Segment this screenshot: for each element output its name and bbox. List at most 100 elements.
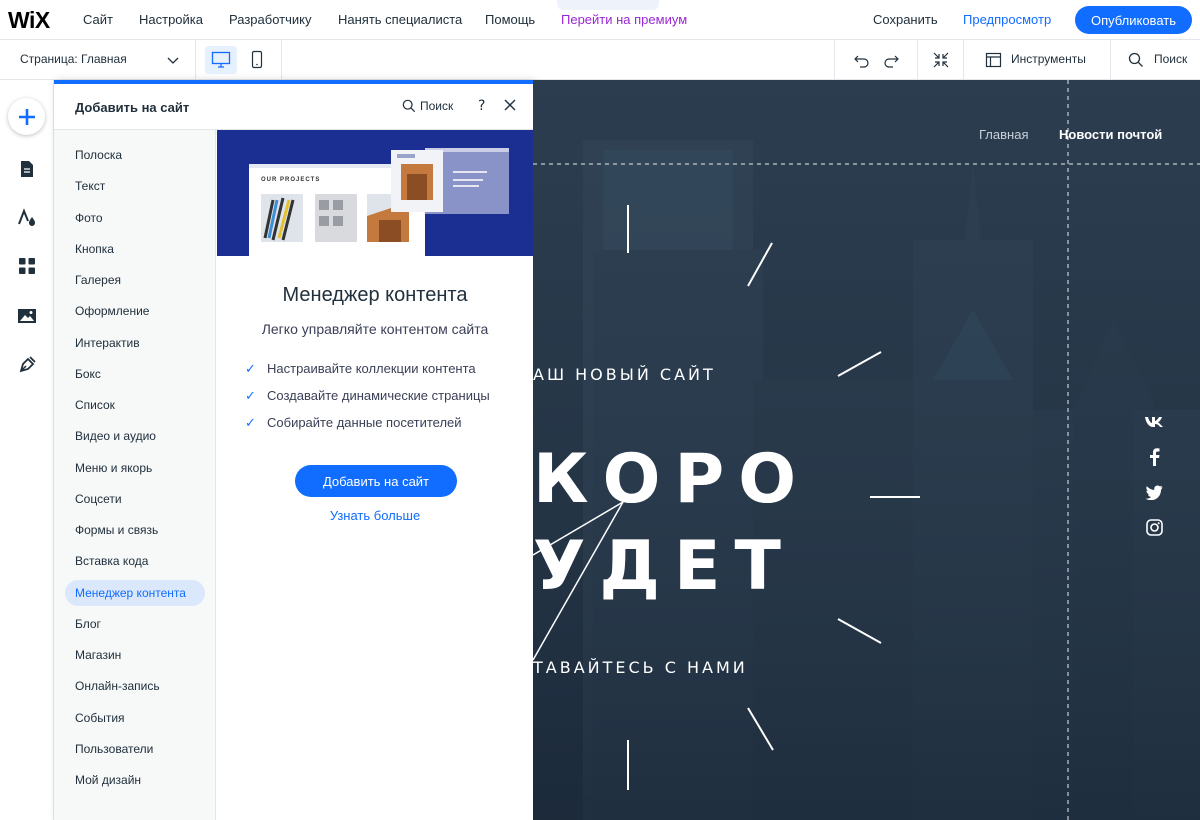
site-nav-newsletter[interactable]: Новости почтой	[1059, 127, 1162, 142]
menu-upgrade-premium[interactable]: Перейти на премиум	[561, 12, 687, 27]
divider	[963, 40, 964, 80]
divider	[917, 40, 918, 80]
menu-settings[interactable]: Настройка	[139, 12, 203, 27]
tools-button[interactable]: Инструменты	[1011, 52, 1086, 66]
site-nav-home[interactable]: Главная	[979, 127, 1028, 142]
panel-header: Добавить на сайт Поиск ?	[54, 84, 533, 130]
category-item[interactable]: Соцсети	[65, 486, 205, 512]
divider	[834, 40, 835, 80]
twitter-icon[interactable]	[1143, 481, 1165, 503]
media-icon	[18, 309, 36, 323]
save-button[interactable]: Сохранить	[873, 12, 938, 27]
category-item[interactable]: Видео и аудио	[65, 423, 205, 449]
divider	[281, 40, 282, 80]
close-icon[interactable]	[504, 99, 516, 111]
search-button[interactable]: Поиск	[1154, 52, 1187, 66]
category-item[interactable]: Список	[65, 392, 205, 418]
preview-button[interactable]: Предпросмотр	[963, 12, 1051, 27]
left-rail	[0, 80, 54, 820]
category-item[interactable]: Меню и якорь	[65, 455, 205, 481]
panel-title: Добавить на сайт	[75, 100, 190, 115]
add-panel: Добавить на сайт Поиск ? Полоска Текст Фот…	[54, 80, 533, 820]
checkmark-icon: ✓	[245, 361, 256, 376]
category-item[interactable]: Текст	[65, 173, 205, 199]
instagram-icon[interactable]	[1143, 516, 1165, 538]
desktop-icon	[211, 51, 231, 68]
category-item[interactable]: Фото	[65, 205, 205, 231]
facebook-icon[interactable]	[1143, 446, 1165, 468]
feature-text: Собирайте данные посетителей	[267, 415, 462, 430]
divider	[195, 40, 196, 80]
undo-icon[interactable]	[853, 52, 871, 68]
divider	[1110, 40, 1111, 80]
category-item[interactable]: Магазин	[65, 642, 205, 668]
page-selector[interactable]: Страница: Главная	[20, 52, 127, 66]
category-item[interactable]: Бокс	[65, 361, 205, 387]
category-item[interactable]: Пользователи	[65, 736, 205, 762]
feature-text: Создавайте динамические страницы	[267, 388, 490, 403]
feature-item: ✓ Создавайте динамические страницы	[245, 388, 490, 404]
search-icon[interactable]	[1128, 52, 1144, 68]
site-follow-text[interactable]: ТАВАЙТЕСЬ С НАМИ	[533, 658, 748, 677]
help-icon[interactable]: ?	[478, 98, 485, 114]
category-detail: OUR PROJECTS Менеджер контента Легко упр…	[217, 130, 533, 820]
menu-hire-expert[interactable]: Нанять специалиста	[338, 12, 462, 27]
editor-toolbar: Страница: Главная Инструменты Поиск	[0, 40, 1200, 80]
category-item[interactable]: Галерея	[65, 267, 205, 293]
add-icon	[18, 108, 35, 125]
add-elements-button[interactable]	[8, 98, 45, 135]
vk-icon[interactable]	[1143, 411, 1165, 433]
redo-icon[interactable]	[882, 52, 900, 68]
chevron-up-icon: ⌃	[604, 0, 613, 7]
category-item[interactable]: Интерактив	[65, 330, 205, 356]
category-item[interactable]: События	[65, 705, 205, 731]
add-to-site-button[interactable]: Добавить на сайт	[295, 465, 457, 497]
checkmark-icon: ✓	[245, 415, 256, 430]
pages-button[interactable]	[16, 158, 38, 180]
category-item[interactable]: Оформление	[65, 298, 205, 324]
category-item[interactable]: Вставка кода	[65, 548, 205, 574]
feature-item: ✓ Настраивайте коллекции контента	[245, 361, 476, 377]
site-headline-line2[interactable]: УДЕТ	[533, 527, 795, 606]
category-item[interactable]: Кнопка	[65, 236, 205, 262]
design-button[interactable]	[16, 207, 38, 229]
panel-search-button[interactable]: Поиск	[420, 99, 453, 113]
mobile-view-icon[interactable]	[249, 50, 265, 70]
desktop-view-button[interactable]	[205, 46, 237, 74]
checkmark-icon: ✓	[245, 388, 256, 403]
site-headline-line1[interactable]: КОРО	[533, 440, 810, 519]
category-item[interactable]: Онлайн-запись	[65, 673, 205, 699]
site-kicker-text[interactable]: АШ НОВЫЙ САЙТ	[533, 365, 716, 384]
menu-site[interactable]: Сайт	[83, 12, 113, 27]
illustration-caption: OUR PROJECTS	[261, 177, 320, 183]
top-bar: WiX Сайт Настройка Разработчику Нанять с…	[0, 0, 1200, 40]
detail-title: Менеджер контента	[282, 284, 468, 306]
pages-icon	[21, 161, 33, 177]
collapse-toolbar-tab[interactable]: ⌃	[557, 0, 659, 10]
category-item[interactable]: Менеджер контента	[65, 579, 205, 606]
category-list: Полоска Текст Фото Кнопка Галерея Оформление И…	[54, 130, 216, 820]
search-icon[interactable]	[402, 99, 416, 113]
design-icon	[18, 208, 35, 226]
apps-icon	[19, 258, 35, 274]
media-button[interactable]	[16, 305, 38, 327]
publish-button[interactable]: Опубликовать	[1075, 6, 1192, 34]
content-manager-illustration: OUR PROJECTS	[217, 130, 533, 256]
learn-more-link[interactable]: Узнать больше	[217, 508, 533, 523]
feature-item: ✓ Собирайте данные посетителей	[245, 415, 462, 431]
category-item[interactable]: Формы и связь	[65, 517, 205, 543]
blog-pen-icon	[19, 356, 36, 373]
menu-help[interactable]: Помощь	[485, 12, 535, 27]
apps-button[interactable]	[16, 255, 38, 277]
site-canvas[interactable]: Главная Новости почтой АШ НОВЫЙ САЙТ КОР…	[533, 80, 1200, 820]
category-item[interactable]: Блог	[65, 611, 205, 637]
tools-icon[interactable]	[985, 52, 1002, 68]
menu-developer[interactable]: Разработчику	[229, 12, 311, 27]
category-item[interactable]: Мой дизайн	[65, 767, 205, 793]
illustration-image: OUR PROJECTS	[217, 130, 533, 256]
zoom-out-icon[interactable]	[932, 51, 950, 69]
wix-logo[interactable]: WiX	[8, 7, 50, 34]
chevron-down-icon[interactable]	[166, 53, 180, 67]
category-item[interactable]: Полоска	[65, 142, 205, 168]
blog-button[interactable]	[16, 354, 38, 376]
